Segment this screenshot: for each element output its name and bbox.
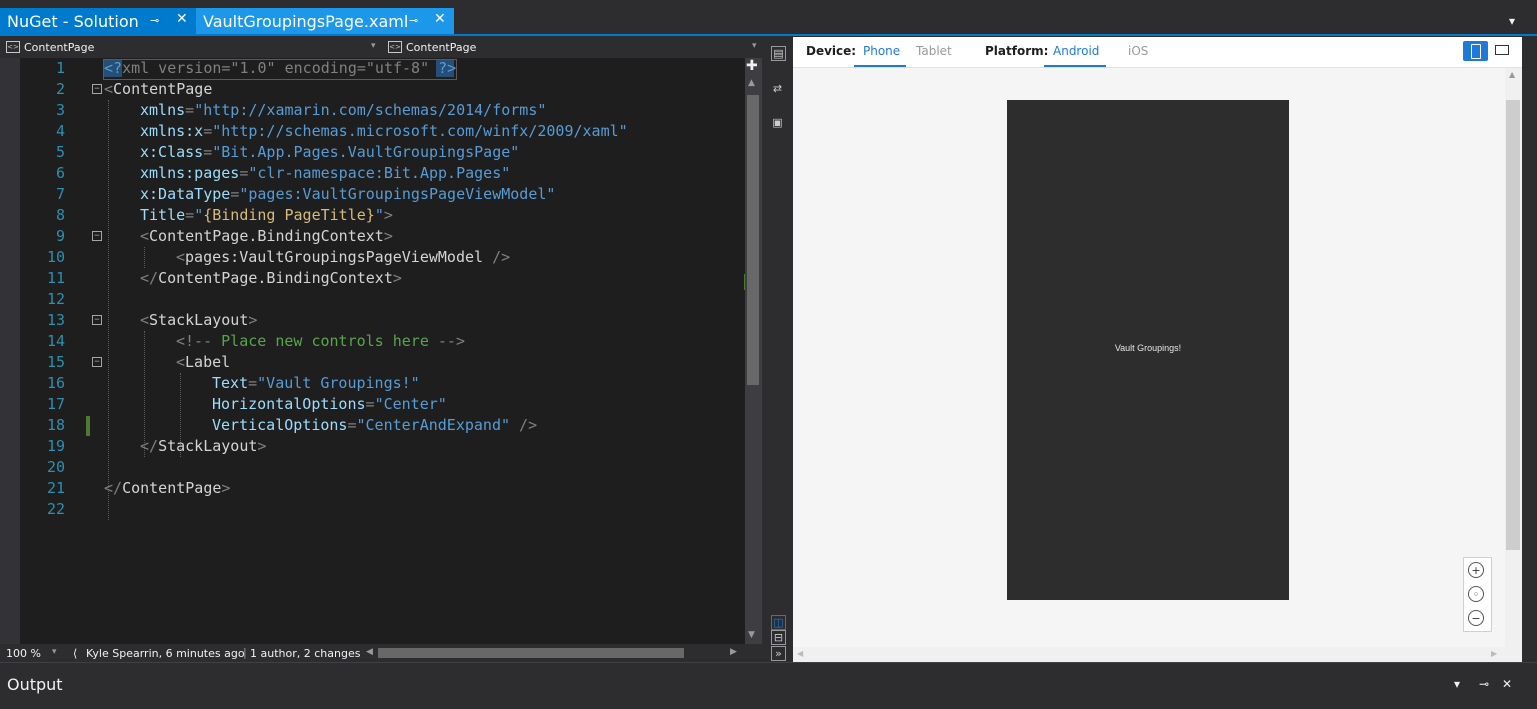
collapse-pane-icon[interactable]: » xyxy=(771,646,786,661)
output-panel-title: Output xyxy=(7,675,63,694)
code-line: 22 xyxy=(46,500,65,518)
change-marker xyxy=(86,416,90,436)
code-line: 17 HorizontalOptions="Center" xyxy=(46,395,447,413)
previewer-scrollbar-thumb[interactable] xyxy=(1506,100,1520,550)
tab-nuget-solution[interactable]: NuGet - Solution ⊸ ✕ xyxy=(0,8,196,34)
scroll-right-icon[interactable]: ▶ xyxy=(730,647,737,657)
output-panel-header xyxy=(0,662,1537,709)
pane-splitter xyxy=(762,37,793,662)
code-element-icon: <> xyxy=(6,41,20,53)
pin-icon[interactable]: ⊸ xyxy=(150,14,159,27)
pin-icon[interactable]: ⊸ xyxy=(1479,677,1489,691)
code-line: 20 xyxy=(46,458,65,476)
editor-scrollbar-thumb[interactable] xyxy=(747,95,759,385)
pin-icon[interactable]: ⊸ xyxy=(409,14,418,27)
scroll-right-icon[interactable]: ▶ xyxy=(1491,649,1497,658)
codelens-icon: ⟨ xyxy=(73,647,78,660)
codelens-authors[interactable]: 1 author, 2 changes xyxy=(250,647,360,660)
scroll-left-icon[interactable]: ◀ xyxy=(366,647,373,657)
collapse-icon: − xyxy=(92,315,102,325)
tab-underline xyxy=(0,34,1537,36)
zoom-in-icon[interactable]: + xyxy=(1468,562,1484,578)
collapse-icon: − xyxy=(92,357,102,367)
tab-label: NuGet - Solution xyxy=(7,11,139,31)
code-line: 9− <ContentPage.BindingContext> xyxy=(55,227,393,245)
code-line: 14 <!-- Place new controls here --> xyxy=(46,332,465,350)
code-line: 7 x:DataType="pages:VaultGroupingsPageVie… xyxy=(55,185,556,203)
previewer-toolbar xyxy=(793,37,1522,68)
selected-underline xyxy=(1044,65,1106,67)
previewer-toggle-icon[interactable]: ▤ xyxy=(771,46,786,61)
close-icon[interactable]: ✕ xyxy=(434,11,446,27)
code-line: 1 <?xml version="1.0" encoding="utf-8" ?> xyxy=(55,59,457,77)
codelens-blame[interactable]: Kyle Spearrin, 6 minutes ago xyxy=(86,647,245,660)
platform-option-ios[interactable]: iOS xyxy=(1128,44,1148,58)
zoom-out-icon[interactable]: − xyxy=(1468,610,1484,626)
split-editor-icon[interactable]: ✚ xyxy=(746,58,758,74)
chevron-down-icon[interactable]: ▾ xyxy=(371,41,376,51)
code-line: 8 Title="{Binding PageTitle}"> xyxy=(55,206,393,224)
collapse-icon: − xyxy=(92,231,102,241)
code-line: 2− <ContentPage xyxy=(55,80,213,98)
editor-horizontal-scrollbar-thumb[interactable] xyxy=(378,648,684,658)
code-line: 4 xmlns:x="http://schemas.microsoft.com/w… xyxy=(55,122,628,140)
zoom-level[interactable]: 100 % xyxy=(6,647,41,660)
scroll-left-icon[interactable]: ◀ xyxy=(797,649,803,658)
horizontal-split-icon[interactable]: ⊟ xyxy=(771,630,786,645)
xaml-code-editor[interactable]: 1 <?xml version="1.0" encoding="utf-8" ?>… xyxy=(0,58,762,644)
tab-label: VaultGroupingsPage.xaml xyxy=(203,11,409,31)
preview-label-text: Vault Groupings! xyxy=(1114,343,1182,353)
type-scope-label: ContentPage xyxy=(24,40,95,54)
code-line: 12 xyxy=(46,290,65,308)
portrait-orientation-button[interactable] xyxy=(1463,41,1488,61)
code-line: 11 </ContentPage.BindingContext> xyxy=(46,269,402,287)
separator: | xyxy=(243,646,247,659)
member-scope-label: ContentPage xyxy=(406,40,477,54)
code-line: 5 x:Class="Bit.App.Pages.VaultGroupingsPa… xyxy=(55,143,520,161)
zoom-to-fit-icon[interactable]: ◦ xyxy=(1468,586,1484,602)
code-line: 19 </StackLayout> xyxy=(46,437,267,455)
swap-panes-icon[interactable]: ⇄ xyxy=(771,82,784,95)
right-edge-scrollbar xyxy=(1522,37,1537,662)
code-line: 21 </ContentPage> xyxy=(46,479,231,497)
navigation-bar: <> ContentPage ▾ <> ContentPage ▾ xyxy=(0,37,762,57)
platform-label: Platform: xyxy=(985,44,1049,58)
device-label: Device: xyxy=(806,44,857,58)
code-element-icon: <> xyxy=(388,41,402,53)
close-icon[interactable]: ✕ xyxy=(176,11,188,27)
panel-menu-icon[interactable]: ▾ xyxy=(1454,677,1460,691)
code-line: 10 <pages:VaultGroupingsPageViewModel /> xyxy=(46,248,511,266)
device-option-phone[interactable]: Phone xyxy=(863,44,900,58)
scroll-up-icon[interactable]: ▲ xyxy=(748,78,755,88)
chevron-down-icon[interactable]: ▾ xyxy=(52,647,57,657)
selected-underline xyxy=(854,65,906,67)
scroll-down-icon[interactable]: ▼ xyxy=(748,630,755,640)
design-view-icon[interactable]: ▣ xyxy=(771,116,784,129)
code-line: 16 Text="Vault Groupings!" xyxy=(46,374,420,392)
close-icon[interactable]: ✕ xyxy=(1502,677,1512,691)
collapse-icon: − xyxy=(92,84,102,94)
type-scope-combo[interactable]: <> ContentPage xyxy=(0,38,380,56)
code-line: 15− <Label xyxy=(46,353,231,371)
device-option-tablet[interactable]: Tablet xyxy=(916,44,952,58)
code-line: 18 VerticalOptions="CenterAndExpand" /> xyxy=(46,416,538,434)
member-scope-combo[interactable]: <> ContentPage xyxy=(382,38,762,56)
platform-option-android[interactable]: Android xyxy=(1053,44,1099,58)
tab-overflow-dropdown-icon[interactable]: ▾ xyxy=(1509,14,1515,28)
code-line: 3 xmlns="http://xamarin.com/schemas/2014/… xyxy=(55,101,547,119)
phone-portrait-icon xyxy=(1471,44,1481,59)
previewer-horizontal-scrollbar[interactable] xyxy=(793,647,1522,662)
tab-vaultgroupingspage-xaml[interactable]: VaultGroupingsPage.xaml ⊸ ✕ xyxy=(196,8,454,34)
chevron-down-icon[interactable]: ▾ xyxy=(752,41,757,51)
vertical-split-icon[interactable]: ◫ xyxy=(771,615,786,630)
landscape-orientation-icon[interactable] xyxy=(1495,45,1509,55)
code-line: 13− <StackLayout> xyxy=(46,311,258,329)
scroll-up-icon[interactable]: ▲ xyxy=(1509,70,1515,79)
code-line: 6 xmlns:pages="clr-namespace:Bit.App.Page… xyxy=(55,164,511,182)
